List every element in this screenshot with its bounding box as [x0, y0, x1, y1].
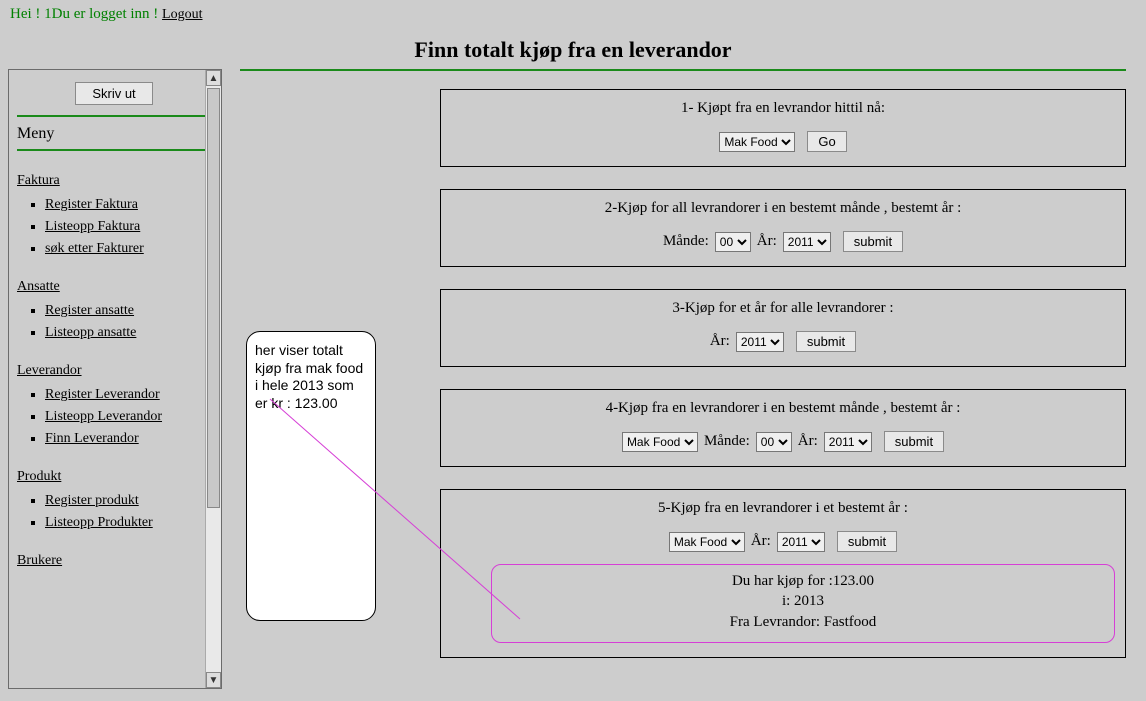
sidebar-item-finn-leverandor[interactable]: Finn Leverandor [45, 431, 139, 446]
year-select-4[interactable]: 2011 [824, 432, 872, 452]
scroll-thumb[interactable] [207, 88, 220, 508]
section-leverandor: Leverandor [17, 363, 211, 379]
block-3: 3-Kjøp for et år for alle levrandorer : … [440, 289, 1126, 367]
submit-button-2[interactable]: submit [843, 231, 903, 252]
year-label-2: År: [757, 233, 777, 250]
sidebar-scrollbar[interactable]: ▲ ▼ [205, 70, 221, 688]
sidebar-item-register-leverandor[interactable]: Register Leverandor [45, 387, 160, 402]
sidebar-item-listeopp-leverandor[interactable]: Listeopp Leverandor [45, 409, 162, 424]
logout-link[interactable]: Logout [162, 7, 202, 22]
block-4-title: 4-Kjøp fra en levrandorer i en bestemt m… [451, 400, 1115, 417]
result-line-1: Du har kjøp for :123.00 [502, 571, 1104, 591]
year-select-2[interactable]: 2011 [783, 232, 831, 252]
print-button[interactable]: Skriv ut [75, 82, 152, 105]
month-label-2: Månde: [663, 233, 709, 250]
sidebar: Skriv ut Meny Faktura Register Faktura L… [8, 69, 222, 689]
supplier-select-4[interactable]: Mak Food [622, 432, 698, 452]
month-label-4: Månde: [704, 433, 750, 450]
month-select-2[interactable]: 00 [715, 232, 751, 252]
block-1: 1- Kjøpt fra en levrandor hittil nå: Mak… [440, 89, 1126, 167]
sidebar-item-register-faktura[interactable]: Register Faktura [45, 197, 138, 212]
submit-button-4[interactable]: submit [884, 431, 944, 452]
divider [17, 149, 211, 151]
sidebar-item-listeopp-produkter[interactable]: Listeopp Produkter [45, 515, 153, 530]
supplier-select-5[interactable]: Mak Food [669, 532, 745, 552]
block-2-title: 2-Kjøp for all levrandorer i en bestemt … [451, 200, 1115, 217]
go-button-1[interactable]: Go [807, 131, 846, 152]
year-label-5: År: [751, 533, 771, 550]
section-faktura: Faktura [17, 173, 211, 189]
submit-button-3[interactable]: submit [796, 331, 856, 352]
sidebar-item-listeopp-faktura[interactable]: Listeopp Faktura [45, 219, 140, 234]
greeting-text: Hei ! 1Du er logget inn ! [10, 6, 158, 22]
block-3-title: 3-Kjøp for et år for alle levrandorer : [451, 300, 1115, 317]
sidebar-item-listeopp-ansatte[interactable]: Listeopp ansatte [45, 325, 136, 340]
result-box: Du har kjøp for :123.00 i: 2013 Fra Levr… [491, 564, 1115, 643]
block-4: 4-Kjøp fra en levrandorer i en bestemt m… [440, 389, 1126, 467]
block-5: 5-Kjøp fra en levrandorer i et bestemt å… [440, 489, 1126, 658]
menu-heading: Meny [17, 125, 211, 143]
submit-button-5[interactable]: submit [837, 531, 897, 552]
annotation-note: her viser totalt kjøp fra mak food i hel… [246, 331, 376, 621]
sidebar-item-sok-fakturer[interactable]: søk etter Fakturer [45, 241, 144, 256]
sidebar-item-register-produkt[interactable]: Register produkt [45, 493, 139, 508]
title-divider [240, 69, 1126, 71]
section-produkt: Produkt [17, 469, 211, 485]
block-5-title: 5-Kjøp fra en levrandorer i et bestemt å… [451, 500, 1115, 517]
result-line-3: Fra Levrandor: Fastfood [502, 612, 1104, 632]
scroll-up-icon[interactable]: ▲ [206, 70, 221, 86]
year-select-3[interactable]: 2011 [736, 332, 784, 352]
block-2: 2-Kjøp for all levrandorer i en bestemt … [440, 189, 1126, 267]
section-ansatte: Ansatte [17, 279, 211, 295]
year-label-4: År: [798, 433, 818, 450]
section-brukere: Brukere [17, 553, 211, 569]
top-bar: Hei ! 1Du er logget inn ! Logout [0, 0, 1146, 27]
block-1-title: 1- Kjøpt fra en levrandor hittil nå: [451, 100, 1115, 117]
month-select-4[interactable]: 00 [756, 432, 792, 452]
year-select-5[interactable]: 2011 [777, 532, 825, 552]
page-title: Finn totalt kjøp fra en leverandor [0, 37, 1146, 63]
sidebar-item-register-ansatte[interactable]: Register ansatte [45, 303, 134, 318]
scroll-down-icon[interactable]: ▼ [206, 672, 221, 688]
year-label-3: År: [710, 333, 730, 350]
result-line-2: i: 2013 [502, 591, 1104, 611]
supplier-select-1[interactable]: Mak Food [719, 132, 795, 152]
divider [17, 115, 211, 117]
